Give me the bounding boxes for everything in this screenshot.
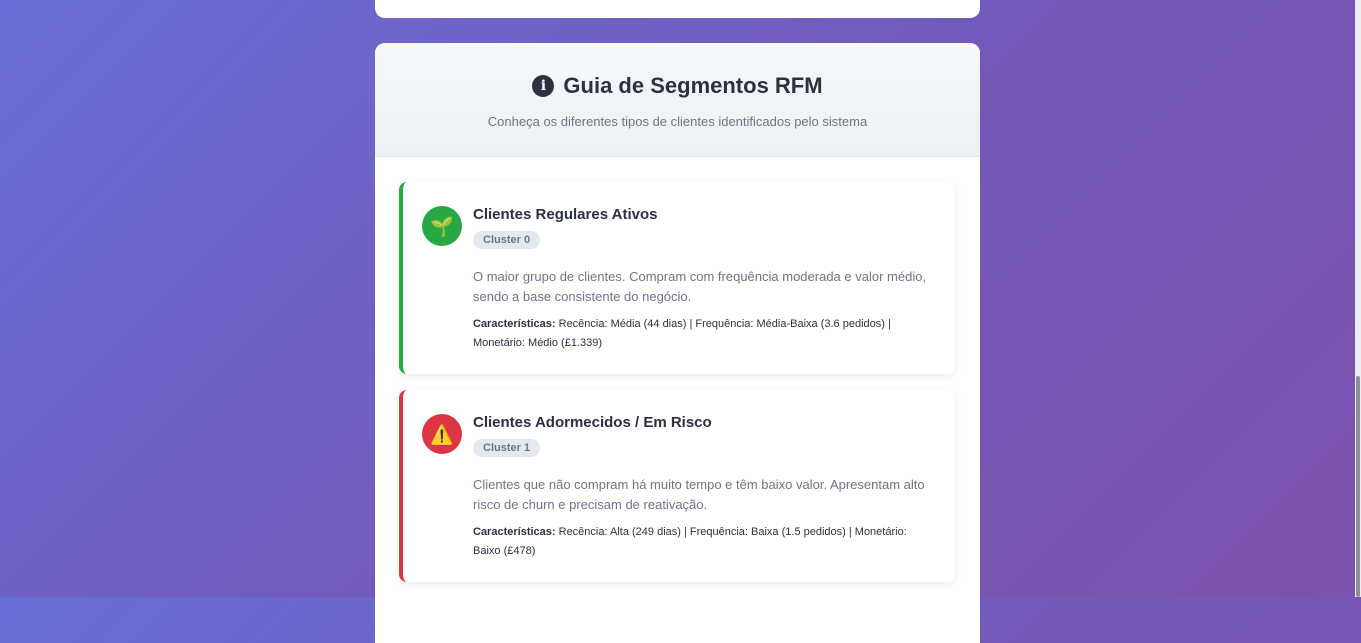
segment-card-cluster-1: ⚠️ Clientes Adormecidos / Em Risco Clust… [399, 390, 955, 582]
page-title: Guia de Segmentos RFM [563, 73, 823, 98]
info-icon: i [532, 75, 555, 97]
cluster-badge: Cluster 1 [473, 439, 541, 457]
panel-header: i Guia de Segmentos RFM Conheça os difer… [375, 43, 980, 157]
scrollbar-thumb[interactable] [1356, 376, 1360, 597]
segment-title: Clientes Regulares Ativos [473, 206, 658, 223]
segment-characteristics: Características: Recência: Média (44 dia… [473, 315, 933, 353]
scrollbar[interactable] [1355, 0, 1361, 597]
warning-icon: ⚠️ [422, 414, 462, 454]
seedling-icon: 🌱 [422, 206, 462, 246]
segment-card-cluster-0: 🌱 Clientes Regulares Ativos Cluster 0 O … [399, 182, 955, 374]
panel-title-row: i Guia de Segmentos RFM [375, 43, 980, 99]
segment-description: Clientes que não compram há muito tempo … [473, 477, 925, 512]
characteristics-label: Características: [473, 318, 556, 330]
segment-title: Clientes Adormecidos / Em Risco [473, 414, 712, 431]
segments-guide-panel: i Guia de Segmentos RFM Conheça os difer… [375, 43, 980, 643]
segment-description: O maior grupo de clientes. Compram com f… [473, 269, 927, 304]
cluster-badge: Cluster 0 [473, 231, 541, 249]
segment-characteristics: Características: Recência: Alta (249 dia… [473, 523, 933, 561]
page-subtitle: Conheça os diferentes tipos de clientes … [487, 114, 868, 129]
previous-card [375, 0, 980, 18]
characteristics-label: Características: [473, 526, 556, 538]
